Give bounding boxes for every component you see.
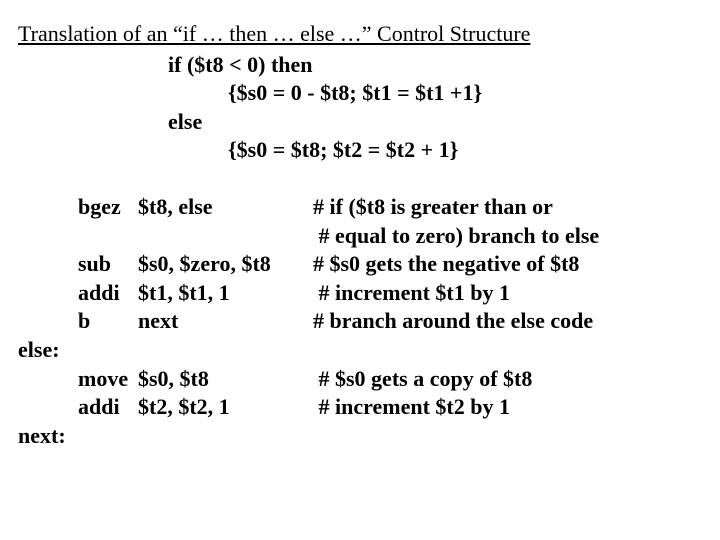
asm-comment: # equal to zero) branch to else: [313, 222, 702, 251]
asm-comment: # $s0 gets a copy of $t8: [313, 365, 702, 394]
asm-comment: # branch around the else code: [313, 307, 702, 336]
pseudo-if-line: if ($t8 < 0) then: [18, 51, 702, 80]
asm-comment: # increment $t1 by 1: [313, 279, 702, 308]
asm-args: $t2, $t2, 1: [138, 393, 313, 422]
asm-row: bgez $t8, else # if ($t8 is greater than…: [18, 193, 702, 222]
asm-args: $s0, $t8: [138, 365, 313, 394]
pseudocode-block: if ($t8 < 0) then {$s0 = 0 - $t8; $t1 = …: [18, 51, 702, 165]
asm-mnem: [78, 422, 138, 451]
asm-mnem: b: [78, 307, 138, 336]
asm-comment: # if ($t8 is greater than or: [313, 193, 702, 222]
asm-label: [18, 393, 78, 422]
asm-label: [18, 193, 78, 222]
pseudo-then-body: {$s0 = 0 - $t8; $t1 = $t1 +1}: [18, 79, 702, 108]
asm-label: else:: [18, 336, 78, 365]
asm-comment: # $s0 gets the negative of $t8: [313, 250, 702, 279]
asm-mnem: [78, 336, 138, 365]
asm-args: next: [138, 307, 313, 336]
asm-row: else:: [18, 336, 702, 365]
asm-mnem: bgez: [78, 193, 138, 222]
slide-title: Translation of an “if … then … else …” C…: [18, 20, 702, 49]
asm-row: move $s0, $t8 # $s0 gets a copy of $t8: [18, 365, 702, 394]
asm-comment: [313, 336, 702, 365]
asm-label: [18, 222, 78, 251]
kw-else: else: [168, 109, 202, 134]
asm-args: [138, 222, 313, 251]
asm-comment: [313, 422, 702, 451]
kw-then: then: [271, 52, 313, 77]
asm-mnem: move: [78, 365, 138, 394]
asm-args: [138, 422, 313, 451]
asm-mnem: addi: [78, 393, 138, 422]
asm-row: addi $t1, $t1, 1 # increment $t1 by 1: [18, 279, 702, 308]
kw-if: if: [168, 52, 181, 77]
asm-mnem: addi: [78, 279, 138, 308]
asm-row: # equal to zero) branch to else: [18, 222, 702, 251]
asm-mnem: sub: [78, 250, 138, 279]
asm-args: $t1, $t1, 1: [138, 279, 313, 308]
asm-row: b next # branch around the else code: [18, 307, 702, 336]
asm-label: [18, 279, 78, 308]
pseudo-else-line: else: [18, 108, 702, 137]
asm-row: next:: [18, 422, 702, 451]
asm-label: next:: [18, 422, 78, 451]
asm-args: $s0, $zero, $t8: [138, 250, 313, 279]
pseudo-else-body: {$s0 = $t8; $t2 = $t2 + 1}: [18, 136, 702, 165]
asm-mnem: [78, 222, 138, 251]
assembly-block: bgez $t8, else # if ($t8 is greater than…: [18, 193, 702, 450]
pseudo-cond: ($t8 < 0): [187, 52, 266, 77]
asm-args: [138, 336, 313, 365]
asm-args: $t8, else: [138, 193, 313, 222]
asm-comment: # increment $t2 by 1: [313, 393, 702, 422]
asm-row: sub $s0, $zero, $t8 # $s0 gets the negat…: [18, 250, 702, 279]
asm-row: addi $t2, $t2, 1 # increment $t2 by 1: [18, 393, 702, 422]
asm-label: [18, 365, 78, 394]
asm-label: [18, 250, 78, 279]
asm-label: [18, 307, 78, 336]
